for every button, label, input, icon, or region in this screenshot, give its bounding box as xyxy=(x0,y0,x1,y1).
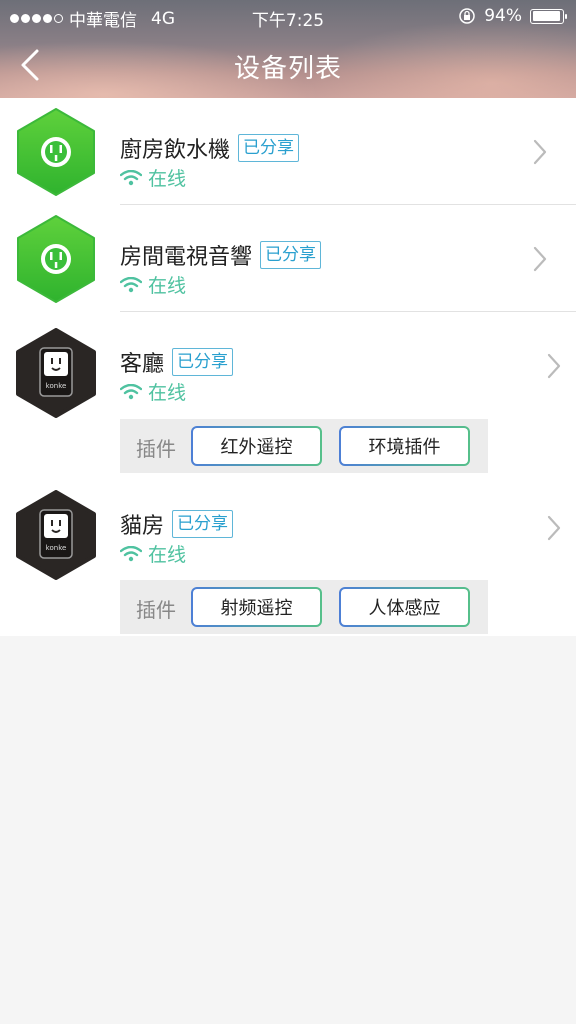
status-text: 在线 xyxy=(148,544,187,566)
status-online: 在线 xyxy=(120,378,186,405)
status-online: 在线 xyxy=(120,164,186,191)
device-item[interactable]: 房間電視音響 已分享 在线 xyxy=(0,205,576,312)
device-name: 客廳 xyxy=(120,352,165,377)
plugins-bar: 插件 射频遥控 人体感应 xyxy=(120,580,488,634)
rotation-lock-icon xyxy=(458,7,476,25)
battery-percent: 94% xyxy=(484,6,522,26)
brand-label: konke xyxy=(46,382,67,390)
shared-badge: 已分享 xyxy=(260,241,322,269)
device-name: 貓房 xyxy=(120,514,165,539)
battery-icon xyxy=(530,8,567,24)
status-online: 在线 xyxy=(120,540,186,567)
wifi-icon xyxy=(120,169,142,185)
device-list: 廚房飲水機 已分享 在线 房間電視音響 已分享 在线 konke 客廳 已分享 … xyxy=(0,98,576,636)
device-item[interactable]: konke 客廳 已分享 在线 插件 红外遥控 环境插件 xyxy=(0,312,576,474)
konke-socket-icon: konke xyxy=(16,490,96,580)
chevron-right-icon xyxy=(533,246,547,272)
status-bar: 中華電信 4G 下午7:25 94% xyxy=(0,0,576,32)
wifi-icon xyxy=(120,545,142,561)
status-text: 在线 xyxy=(148,382,187,404)
konke-socket-icon: konke xyxy=(16,328,96,418)
brand-label: konke xyxy=(46,544,67,552)
chevron-right-icon xyxy=(547,515,561,541)
status-online: 在线 xyxy=(120,271,186,298)
device-name: 廚房飲水機 xyxy=(120,138,231,163)
status-text: 在线 xyxy=(148,275,187,297)
plugins-label: 插件 xyxy=(136,437,176,461)
plugins-label: 插件 xyxy=(136,598,176,622)
shared-badge: 已分享 xyxy=(238,134,300,162)
device-name: 房間電視音響 xyxy=(120,245,253,270)
plugin-rf-remote-button[interactable]: 射频遥控 xyxy=(191,587,322,627)
wifi-icon xyxy=(120,383,142,399)
green-socket-icon xyxy=(17,215,95,303)
device-item[interactable]: 廚房飲水機 已分享 在线 xyxy=(0,98,576,205)
plugin-ir-remote-button[interactable]: 红外遥控 xyxy=(191,426,322,466)
shared-badge: 已分享 xyxy=(172,510,234,538)
shared-badge: 已分享 xyxy=(172,348,234,376)
nav-bar: 设备列表 xyxy=(0,32,576,98)
page-title: 设备列表 xyxy=(233,54,342,84)
chevron-right-icon xyxy=(547,353,561,379)
status-text: 在线 xyxy=(148,168,187,190)
wifi-icon xyxy=(120,276,142,292)
clock: 下午7:25 xyxy=(251,11,325,31)
plugins-bar: 插件 红外遥控 环境插件 xyxy=(120,419,488,473)
green-socket-icon xyxy=(17,108,95,196)
plugin-environment-button[interactable]: 环境插件 xyxy=(339,426,470,466)
plugin-motion-sensor-button[interactable]: 人体感应 xyxy=(339,587,470,627)
chevron-right-icon xyxy=(533,139,547,165)
header: 中華電信 4G 下午7:25 94% 设备列表 xyxy=(0,0,576,98)
device-item[interactable]: konke 貓房 已分享 在线 插件 射频遥控 人体感应 xyxy=(0,474,576,636)
